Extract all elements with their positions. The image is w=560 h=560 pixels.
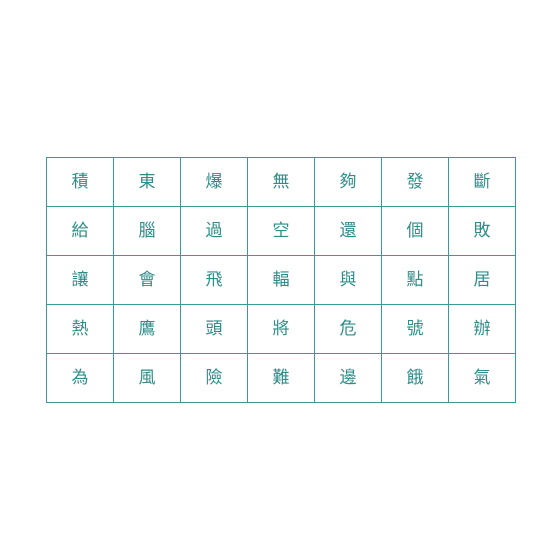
grid-row: 熱鷹頭將危號辦 [46,304,516,354]
grid-cell[interactable]: 積 [46,157,114,207]
character-grid-body: 積東爆無夠發斷給腦過空還個敗讓會飛輻與點居熱鷹頭將危號辦為風險難邊餓氣 [46,157,516,403]
grid-cell[interactable]: 與 [314,255,382,305]
grid-cell[interactable]: 頭 [180,304,248,354]
grid-cell[interactable]: 為 [46,353,114,403]
grid-cell[interactable]: 號 [381,304,449,354]
grid-cell[interactable]: 將 [247,304,315,354]
grid-cell[interactable]: 空 [247,206,315,256]
grid-cell[interactable]: 點 [381,255,449,305]
grid-cell[interactable]: 氣 [448,353,516,403]
grid-cell[interactable]: 給 [46,206,114,256]
grid-cell[interactable]: 讓 [46,255,114,305]
grid-cell[interactable]: 飛 [180,255,248,305]
grid-cell[interactable]: 居 [448,255,516,305]
grid-cell[interactable]: 腦 [113,206,181,256]
grid-cell[interactable]: 險 [180,353,248,403]
grid-cell[interactable]: 斷 [448,157,516,207]
grid-cell[interactable]: 敗 [448,206,516,256]
grid-cell[interactable]: 邊 [314,353,382,403]
grid-cell[interactable]: 餓 [381,353,449,403]
grid-row: 積東爆無夠發斷 [46,157,516,207]
grid-cell[interactable]: 熱 [46,304,114,354]
grid-cell[interactable]: 無 [247,157,315,207]
grid-cell[interactable]: 鷹 [113,304,181,354]
character-grid: 積東爆無夠發斷給腦過空還個敗讓會飛輻與點居熱鷹頭將危號辦為風險難邊餓氣 [46,157,516,403]
grid-cell[interactable]: 過 [180,206,248,256]
grid-cell[interactable]: 個 [381,206,449,256]
grid-cell[interactable]: 風 [113,353,181,403]
grid-row: 讓會飛輻與點居 [46,255,516,305]
grid-cell[interactable]: 東 [113,157,181,207]
grid-row: 為風險難邊餓氣 [46,353,516,403]
grid-cell[interactable]: 夠 [314,157,382,207]
grid-cell[interactable]: 還 [314,206,382,256]
grid-row: 給腦過空還個敗 [46,206,516,256]
grid-cell[interactable]: 危 [314,304,382,354]
grid-cell[interactable]: 難 [247,353,315,403]
grid-cell[interactable]: 辦 [448,304,516,354]
grid-cell[interactable]: 會 [113,255,181,305]
grid-cell[interactable]: 爆 [180,157,248,207]
grid-cell[interactable]: 發 [381,157,449,207]
grid-cell[interactable]: 輻 [247,255,315,305]
